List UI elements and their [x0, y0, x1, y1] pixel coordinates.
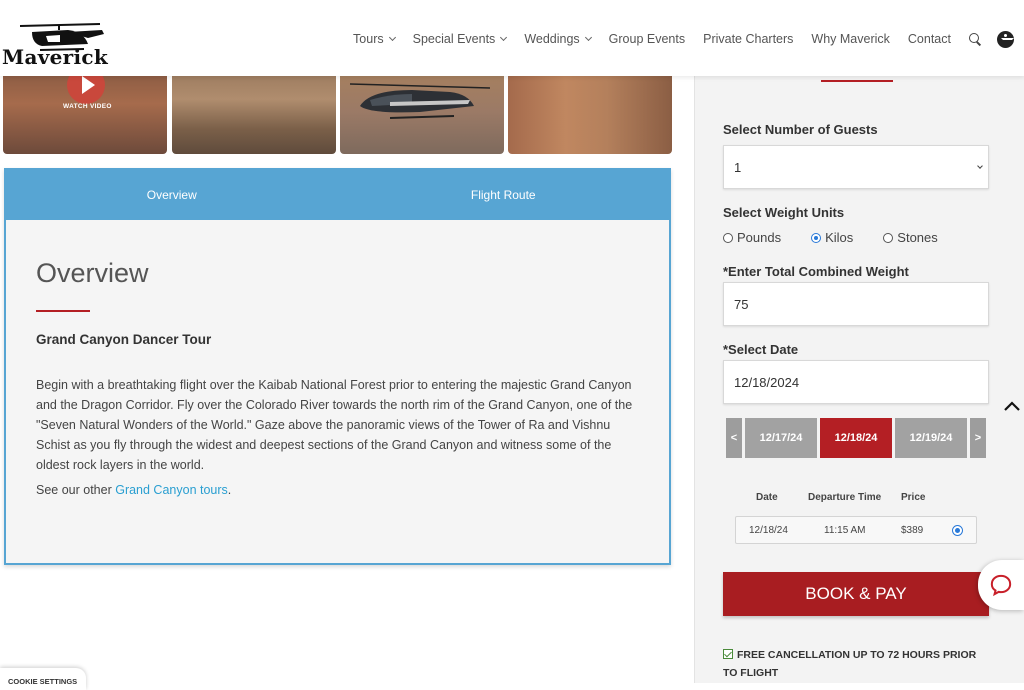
tab-bar: Overview Flight Route [6, 170, 669, 220]
tour-name: Grand Canyon Dancer Tour [36, 332, 212, 347]
nav-item-contact[interactable]: Contact [908, 32, 951, 46]
nav-item-group-events[interactable]: Group Events [609, 32, 685, 46]
nav-item-private-charters[interactable]: Private Charters [703, 32, 793, 46]
weight-units-label: Select Weight Units [723, 205, 845, 220]
chevron-down-icon [977, 163, 983, 169]
radio-kilos[interactable]: Kilos [811, 230, 853, 245]
tour-description: Begin with a breathtaking flight over th… [36, 378, 633, 472]
book-and-pay-button[interactable]: BOOK & PAY [723, 572, 989, 616]
date-label: *Select Date [723, 342, 799, 357]
radio-selected-icon [811, 232, 822, 243]
date-input[interactable]: 12/18/2024 [723, 360, 989, 404]
guests-select[interactable]: 1 [723, 145, 989, 189]
nav-item-weddings[interactable]: Weddings [524, 32, 592, 46]
radio-icon [883, 232, 894, 243]
date-picker-bar: < 12/17/24 12/18/24 12/19/24 > [726, 418, 986, 458]
weight-units-radio-group: Pounds Kilos Stones [723, 230, 968, 245]
checkbox-checked-icon[interactable] [723, 649, 733, 659]
heading-underline [36, 310, 90, 312]
search-icon[interactable] [969, 33, 981, 45]
radio-pounds[interactable]: Pounds [723, 230, 781, 245]
nav-item-tours[interactable]: Tours [353, 32, 396, 46]
main-nav: Tours Special Events Weddings Group Even… [335, 30, 1014, 48]
date-option[interactable]: 12/17/24 [745, 418, 817, 458]
chat-widget-button[interactable] [978, 560, 1024, 610]
helicopter-photo-icon [350, 83, 490, 119]
chevron-down-icon [500, 33, 508, 42]
guests-label: Select Number of Guests [723, 122, 878, 137]
cookie-settings-button[interactable]: COOKIE SETTINGS [0, 668, 86, 690]
overview-heading: Overview [36, 258, 149, 288]
site-header: Maverick Tours Special Events Weddings G… [0, 0, 1024, 76]
gallery-thumb-helicopter[interactable] [340, 70, 504, 154]
chat-bubble-icon [990, 574, 1012, 597]
tour-info-panel: Overview Flight Route Overview Grand Can… [4, 168, 671, 565]
nav-item-why-maverick[interactable]: Why Maverick [811, 32, 889, 46]
gallery-thumb-canyon[interactable] [172, 70, 336, 154]
prev-date-button[interactable]: < [726, 418, 742, 458]
weight-label: *Enter Total Combined Weight [723, 264, 909, 279]
gallery-thumb-video[interactable]: WATCH VIDEO [3, 70, 167, 154]
radio-icon [723, 232, 733, 243]
date-option-selected[interactable]: 12/18/24 [820, 418, 892, 458]
accessibility-icon[interactable] [997, 30, 1014, 48]
grand-canyon-tours-link[interactable]: Grand Canyon tours [115, 483, 228, 497]
booking-sidebar: Select Number of Guests 1 Select Weight … [694, 76, 1024, 683]
photo-gallery: WATCH VIDEO [3, 70, 673, 154]
tab-overview[interactable]: Overview [6, 170, 338, 220]
radio-selected-icon[interactable] [952, 525, 963, 536]
free-cancellation-note: FREE CANCELLATION UP TO 72 HOURS PRIOR T… [723, 649, 977, 679]
chevron-down-icon [584, 33, 592, 42]
table-row[interactable]: 12/18/24 11:15 AM $389 [735, 516, 977, 544]
scroll-to-top-icon[interactable] [1003, 398, 1021, 416]
gallery-thumb-canyon-wall[interactable] [508, 70, 672, 154]
radio-stones[interactable]: Stones [883, 230, 938, 245]
see-other-tours: See our other Grand Canyon tours. [36, 483, 232, 497]
chevron-down-icon [388, 33, 396, 42]
tab-flight-route[interactable]: Flight Route [338, 170, 670, 220]
sidebar-rule [821, 80, 893, 82]
date-option[interactable]: 12/19/24 [895, 418, 967, 458]
weight-input[interactable]: 75 [723, 282, 989, 326]
watch-video-label: WATCH VIDEO [63, 103, 112, 110]
next-date-button[interactable]: > [970, 418, 986, 458]
nav-item-special-events[interactable]: Special Events [413, 32, 508, 46]
brand-name[interactable]: Maverick [2, 45, 108, 69]
